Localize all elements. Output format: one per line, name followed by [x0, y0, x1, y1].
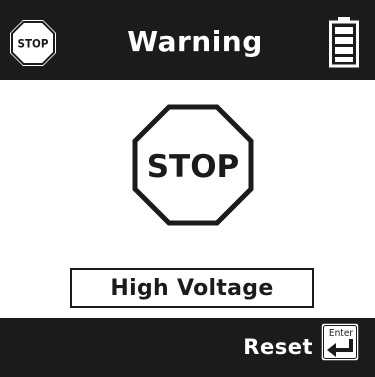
page-title: Warning [127, 25, 263, 58]
stop-sign-graphic: STOP [132, 104, 254, 226]
header-stop-icon-label: STOP [18, 37, 49, 51]
stop-sign-label: STOP [147, 149, 240, 185]
warning-message: High Voltage [110, 275, 274, 301]
warning-message-box: High Voltage [70, 268, 314, 308]
battery-full-icon [329, 17, 359, 68]
reset-label: Reset [243, 335, 313, 359]
enter-key-label: Enter [329, 328, 353, 339]
enter-key-button[interactable]: Enter [320, 322, 360, 362]
stop-sign-icon: STOP [8, 18, 58, 68]
header-bar: STOP Warning [0, 0, 375, 80]
footer-bar: Reset [0, 318, 375, 377]
warning-screen: STOP Warning STOP High Voltage Reset Ent… [0, 0, 375, 377]
